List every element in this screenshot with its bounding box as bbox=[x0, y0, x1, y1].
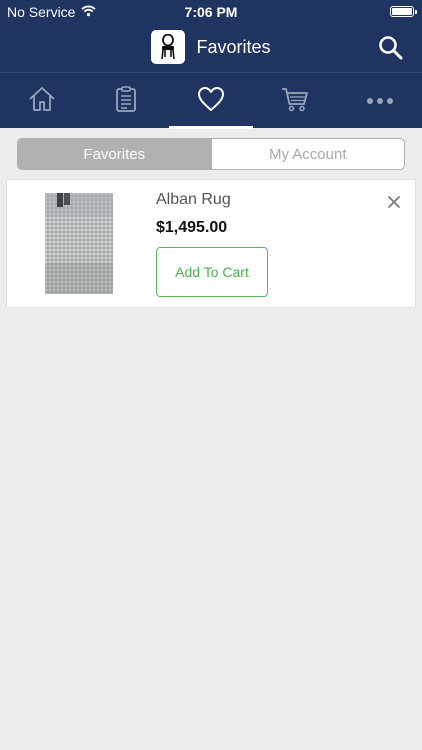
cart-icon bbox=[281, 86, 309, 117]
status-time: 7:06 PM bbox=[184, 4, 238, 20]
segment-favorites[interactable]: Favorites bbox=[18, 139, 211, 169]
tab-favorites[interactable] bbox=[169, 73, 253, 129]
tab-orders[interactable] bbox=[84, 73, 168, 129]
status-bar: No Service 7:06 PM bbox=[0, 0, 422, 24]
more-icon bbox=[366, 92, 394, 110]
segment-my-account[interactable]: My Account bbox=[210, 139, 405, 169]
tab-more[interactable] bbox=[338, 73, 422, 129]
product-image[interactable] bbox=[45, 193, 113, 294]
add-to-cart-button[interactable]: Add To Cart bbox=[156, 247, 268, 297]
close-icon[interactable] bbox=[387, 195, 401, 209]
clipboard-icon bbox=[115, 85, 137, 117]
tab-home[interactable] bbox=[0, 73, 84, 129]
home-icon bbox=[28, 86, 56, 117]
battery-icon bbox=[390, 6, 417, 17]
search-icon[interactable] bbox=[378, 35, 404, 61]
segmented-control: Favorites My Account bbox=[17, 138, 405, 170]
chair-icon bbox=[151, 30, 186, 64]
product-price: $1,495.00 bbox=[156, 219, 228, 236]
product-name[interactable]: Alban Rug bbox=[156, 191, 231, 209]
tab-bar bbox=[0, 72, 422, 129]
nav-bar: Favorites bbox=[0, 24, 422, 72]
page-title: Favorites bbox=[196, 36, 271, 57]
heart-icon bbox=[197, 86, 225, 117]
favorite-item-card: Alban Rug $1,495.00 Add To Cart bbox=[6, 179, 416, 308]
tab-cart[interactable] bbox=[253, 73, 337, 129]
